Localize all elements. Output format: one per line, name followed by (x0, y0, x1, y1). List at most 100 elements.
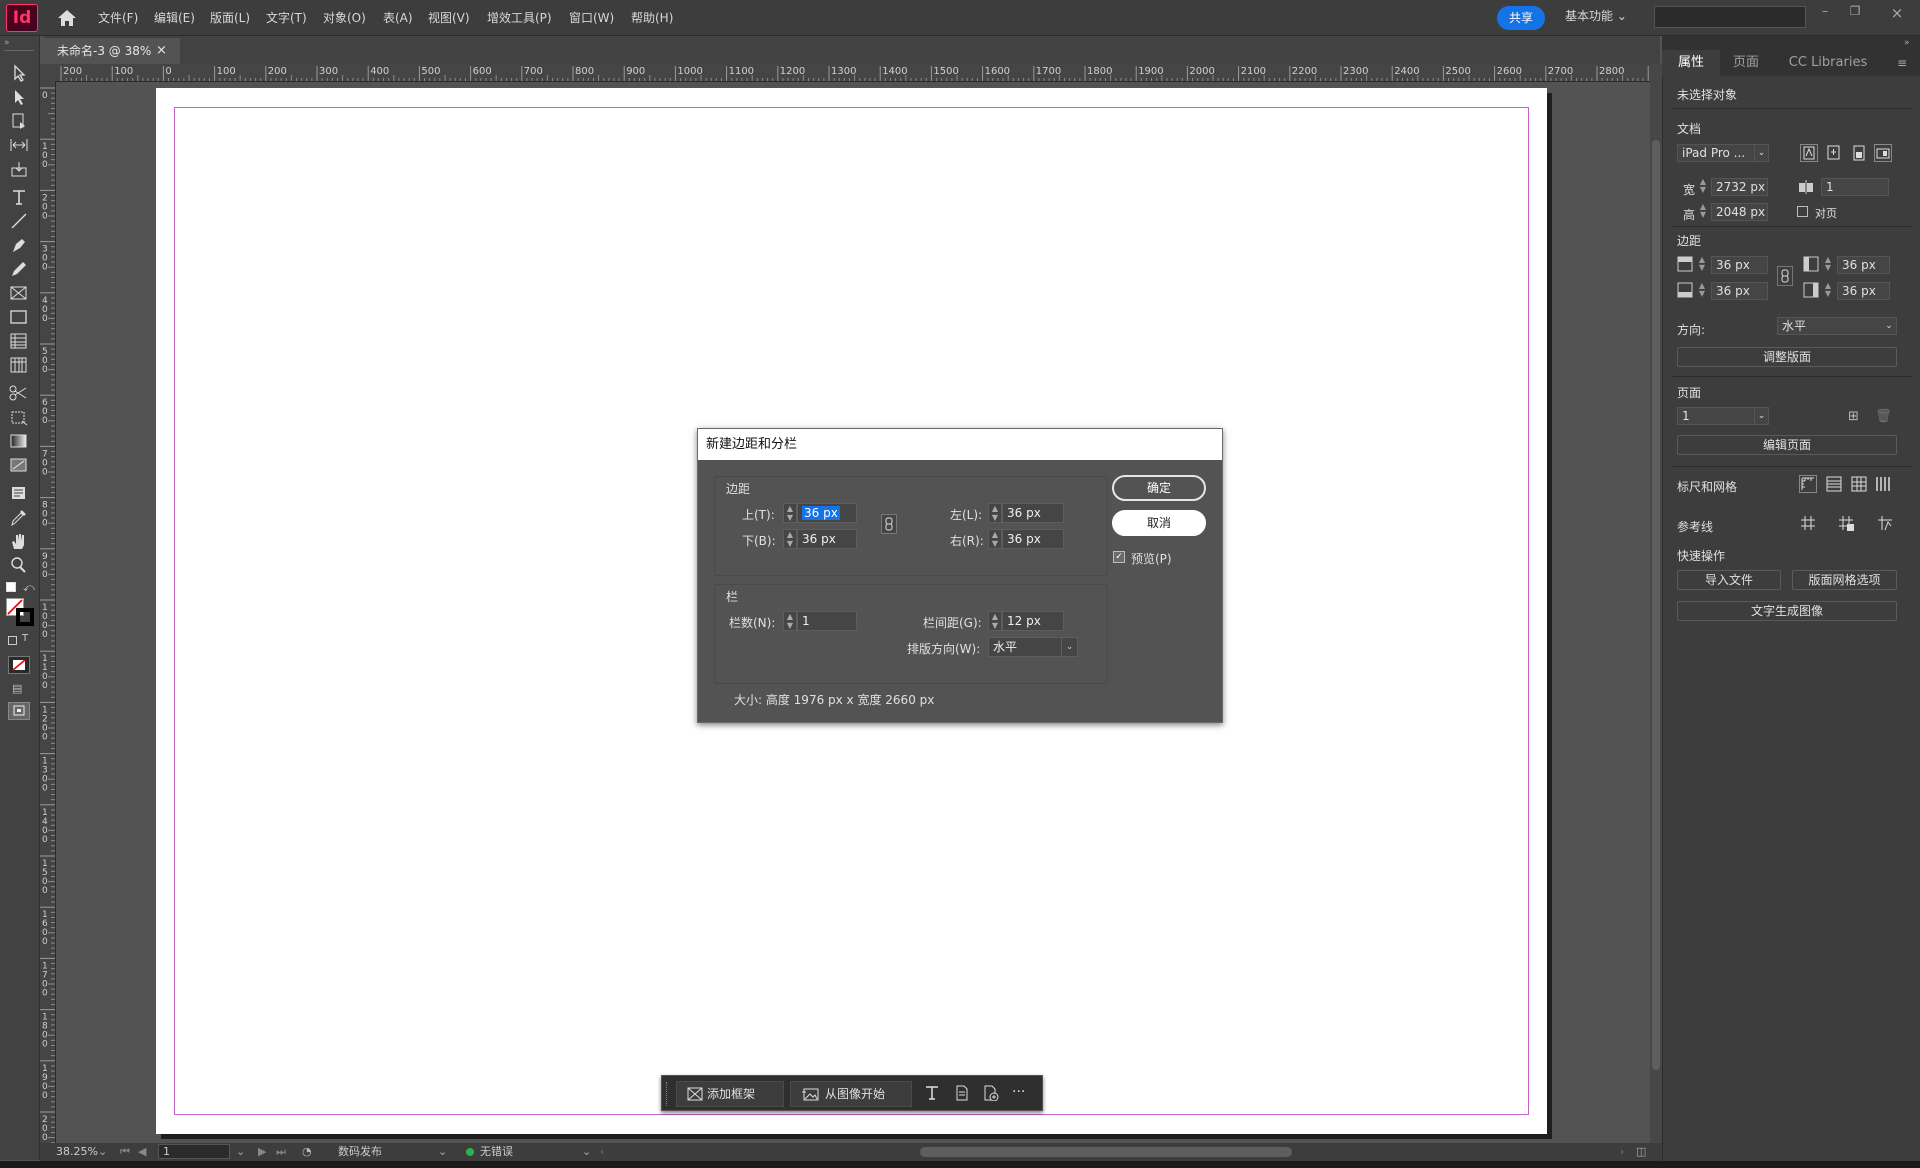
output-profile[interactable]: 数码发布 (338, 1143, 382, 1161)
formatting-text-icon[interactable]: T (22, 633, 28, 644)
swap-colors-icon[interactable]: ⤺ (23, 581, 35, 595)
panel-menu-icon[interactable]: ≡ (1884, 50, 1920, 76)
ruler-origin[interactable] (40, 64, 56, 82)
menu-object[interactable]: 对象(O) (323, 0, 366, 36)
left-stepper[interactable]: ▲ ▼ (988, 503, 1002, 523)
add-page-icon[interactable] (982, 1085, 1000, 1101)
direct-selection-tool-icon[interactable] (8, 88, 30, 106)
page-dropdown-icon[interactable]: ⌄ (236, 1143, 245, 1161)
pen-tool-icon[interactable] (8, 236, 30, 254)
horizontal-ruler[interactable]: 200 100 0 100 200 300 400 500 600 700 800 900 1000 11… (55, 64, 1650, 82)
rectangle-tool-icon[interactable] (8, 308, 30, 326)
menu-file[interactable]: 文件(F) (98, 0, 138, 36)
text-to-image-button[interactable]: 文字生成图像 (1677, 601, 1897, 621)
document-tab[interactable]: 未命名-3 @ 38% × (44, 38, 180, 64)
link-margins-icon[interactable] (1777, 266, 1793, 286)
bottom-stepper[interactable]: ▲ ▼ (783, 529, 797, 549)
gap-tool-icon[interactable] (8, 136, 30, 154)
close-tab-icon[interactable]: × (156, 38, 167, 64)
note-tool-icon[interactable] (8, 484, 30, 502)
vertical-grid-tool-icon[interactable] (8, 356, 30, 374)
preflight-icon[interactable]: ◔ (302, 1143, 312, 1161)
close-window-icon[interactable]: × (1888, 4, 1906, 22)
scroll-right-icon[interactable]: › (1620, 1143, 1624, 1161)
margin-top-input[interactable]: 36 px (1711, 256, 1768, 274)
portrait-orientation-icon[interactable] (1851, 144, 1867, 162)
gradient-feather-tool-icon[interactable] (8, 456, 30, 474)
right-stepper[interactable]: ▲ ▼ (988, 529, 1002, 549)
gutter-input[interactable]: 12 px (1002, 611, 1064, 631)
hand-tool-icon[interactable] (8, 532, 30, 550)
type-tool-icon[interactable] (8, 188, 30, 206)
width-input[interactable]: 2732 px (1711, 178, 1768, 196)
horizontal-grid-tool-icon[interactable] (8, 332, 30, 350)
grip-handle[interactable] (666, 1082, 668, 1106)
first-page-icon[interactable]: ⏮ (120, 1143, 130, 1161)
height-input[interactable]: 2048 px (1711, 203, 1768, 221)
height-stepper[interactable]: ▲ ▼ (1698, 203, 1708, 221)
margin-bottom-stepper[interactable]: ▲ ▼ (1697, 282, 1707, 300)
rectangle-frame-tool-icon[interactable] (8, 284, 30, 302)
text-frame-icon[interactable] (924, 1085, 940, 1101)
search-input[interactable] (1654, 6, 1806, 28)
preset-select[interactable]: iPad Pro ... ⌄ (1677, 144, 1769, 162)
tab-properties[interactable]: 属性 (1662, 50, 1720, 76)
line-tool-icon[interactable] (8, 212, 30, 230)
zoom-level[interactable]: 38.25% (56, 1143, 98, 1161)
error-status[interactable]: 无错误 (480, 1143, 513, 1161)
prev-page-icon[interactable]: ◀ (138, 1143, 146, 1161)
adjust-layout-button[interactable]: 调整版面 (1677, 347, 1897, 367)
link-margins-icon[interactable] (881, 514, 897, 534)
menu-layout[interactable]: 版面(L) (210, 0, 250, 36)
apply-none-icon[interactable] (8, 656, 30, 674)
place-gun-icon[interactable]: ▤ (12, 682, 22, 695)
formatting-container-icon[interactable] (8, 636, 17, 645)
content-collector-icon[interactable] (8, 160, 30, 178)
tab-cc-libraries[interactable]: CC Libraries (1772, 50, 1884, 76)
smart-guides-icon[interactable] (1876, 514, 1894, 532)
layout-grid-icon[interactable] (1874, 475, 1892, 493)
margin-left-stepper[interactable]: ▲ ▼ (1823, 256, 1833, 274)
scissors-tool-icon[interactable] (8, 384, 30, 402)
ok-button[interactable]: 确定 (1112, 475, 1206, 501)
more-options-icon[interactable]: ··· (1012, 1084, 1025, 1100)
right-margin-input[interactable]: 36 px (1002, 529, 1064, 549)
layout-grid-options-button[interactable]: 版面网格选项 (1792, 570, 1897, 590)
screen-mode-icon[interactable] (8, 702, 30, 720)
edit-page-button[interactable]: 编辑页面 (1677, 435, 1897, 455)
workspace-switcher[interactable]: 基本功能 ⌄ (1565, 0, 1627, 36)
next-page-icon[interactable]: ▶ (258, 1143, 266, 1161)
baseline-grid-icon[interactable] (1825, 475, 1843, 493)
share-button[interactable]: 共享 (1497, 6, 1545, 30)
default-colors-icon[interactable] (6, 582, 16, 592)
cancel-button[interactable]: 取消 (1112, 510, 1206, 536)
direction-select[interactable]: 水平 ⌄ (988, 637, 1078, 657)
page-icon[interactable] (954, 1085, 970, 1101)
menu-table[interactable]: 表(A) (383, 0, 413, 36)
gradient-tool-icon[interactable] (8, 432, 30, 450)
preview-checkbox[interactable]: ✓ (1113, 551, 1125, 563)
gutter-stepper[interactable]: ▲ ▼ (988, 611, 1002, 631)
menu-help[interactable]: 帮助(H) (631, 0, 673, 36)
margin-top-stepper[interactable]: ▲ ▼ (1697, 256, 1707, 274)
top-margin-input[interactable]: 36 px (797, 503, 857, 523)
vertical-scroll-thumb[interactable] (1652, 140, 1660, 1070)
tab-pages[interactable]: 页面 (1720, 50, 1772, 76)
menu-plugins[interactable]: 增效工具(P) (487, 0, 552, 36)
lock-guides-icon[interactable] (1837, 514, 1855, 532)
margin-right-input[interactable]: 36 px (1837, 282, 1890, 300)
orientation-select[interactable]: 水平 ⌄ (1777, 317, 1897, 335)
save-preset-icon[interactable] (1826, 144, 1842, 162)
free-transform-tool-icon[interactable] (8, 408, 30, 426)
horizontal-scroll-thumb[interactable] (920, 1147, 1292, 1157)
pencil-tool-icon[interactable] (8, 260, 30, 278)
error-dropdown-icon[interactable]: ⌄ (582, 1143, 591, 1161)
profile-dropdown-icon[interactable]: ⌄ (438, 1143, 447, 1161)
left-margin-input[interactable]: 36 px (1002, 503, 1064, 523)
stroke-swatch[interactable] (16, 608, 34, 626)
scroll-left-icon[interactable]: ‹ (600, 1143, 604, 1161)
columns-stepper[interactable]: ▲ ▼ (783, 611, 797, 631)
home-icon[interactable] (56, 9, 78, 27)
landscape-orientation-icon[interactable] (1874, 144, 1892, 162)
collapse-panel-icon[interactable]: » (4, 38, 10, 48)
